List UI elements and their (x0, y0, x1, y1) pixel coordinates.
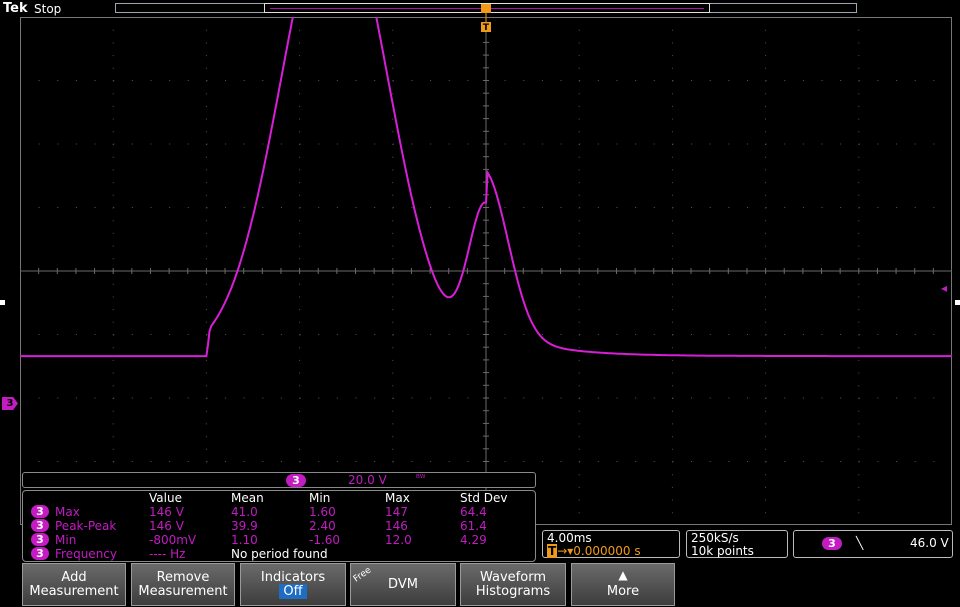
right-edge-marker (955, 300, 960, 305)
trigger-position-icon[interactable]: T (480, 4, 492, 32)
dvm-button[interactable]: Free DVM (350, 563, 456, 606)
channel-scale-readout[interactable]: 3 20.0 V ᴮᵂ (22, 472, 536, 488)
brand-logo: Tek (3, 1, 28, 16)
more-button[interactable]: ▲ More (571, 563, 675, 606)
bandwidth-limit-icon: ᴮᵂ (416, 474, 426, 484)
falling-edge-icon: ╲ (856, 536, 864, 550)
indicators-button[interactable]: Indicators Off (240, 563, 346, 606)
measurement-header-row: Value Mean Min Max Std Dev (149, 491, 508, 505)
remove-measurement-button[interactable]: Remove Measurement (131, 563, 235, 606)
channel-3-ground-marker[interactable]: 3 (2, 397, 18, 410)
trigger-icon: T (547, 544, 558, 558)
acquisition-readout[interactable]: 250kS/s 10k points (686, 530, 788, 558)
channel-badge: 3 (286, 474, 306, 487)
measurement-table: Value Mean Min Max Std Dev 3 Max 146 V 4… (22, 490, 536, 562)
trigger-level-icon[interactable]: ◂ (941, 281, 947, 295)
table-row[interactable]: 3 Min -800mV 1.10 -1.60 12.0 4.29 (23, 533, 535, 547)
table-row[interactable]: 3 Peak-Peak 146 V 39.9 2.40 146 61.4 (23, 519, 535, 533)
svg-text:T: T (483, 23, 490, 32)
left-edge-marker (0, 300, 5, 305)
indicators-state: Off (279, 584, 307, 599)
waveform-graticule[interactable] (20, 17, 952, 525)
trigger-readout[interactable]: 3 ╲ 46.0 V (793, 530, 953, 558)
waveform-histograms-button[interactable]: Waveform Histograms (460, 563, 566, 606)
vertical-scale: 20.0 V (348, 473, 387, 487)
channel-badge: 3 (822, 537, 842, 550)
grid-lines (20, 17, 952, 525)
up-arrow-icon: ▲ (618, 568, 628, 582)
add-measurement-button[interactable]: Add Measurement (22, 563, 126, 606)
channel-badge: 3 (31, 533, 49, 546)
channel-badge: 3 (31, 519, 49, 532)
channel-badge: 3 (31, 505, 49, 518)
table-row[interactable]: 3 Max 146 V 41.0 1.60 147 64.4 (23, 505, 535, 519)
horizontal-position: 0.000000 s (573, 544, 641, 558)
acquisition-status: Stop (34, 2, 62, 16)
trigger-position-readout: T→▾0.000000 s (547, 544, 641, 558)
channel-badge: 3 (31, 547, 49, 560)
trigger-level: 46.0 V (910, 536, 949, 550)
arrow-icon: →▾ (557, 544, 574, 558)
timebase-readout[interactable]: 4.00ms T→▾0.000000 s (542, 530, 680, 558)
record-length: 10k points (691, 544, 754, 558)
table-row[interactable]: 3 Frequency ---- Hz No period found (23, 547, 535, 561)
